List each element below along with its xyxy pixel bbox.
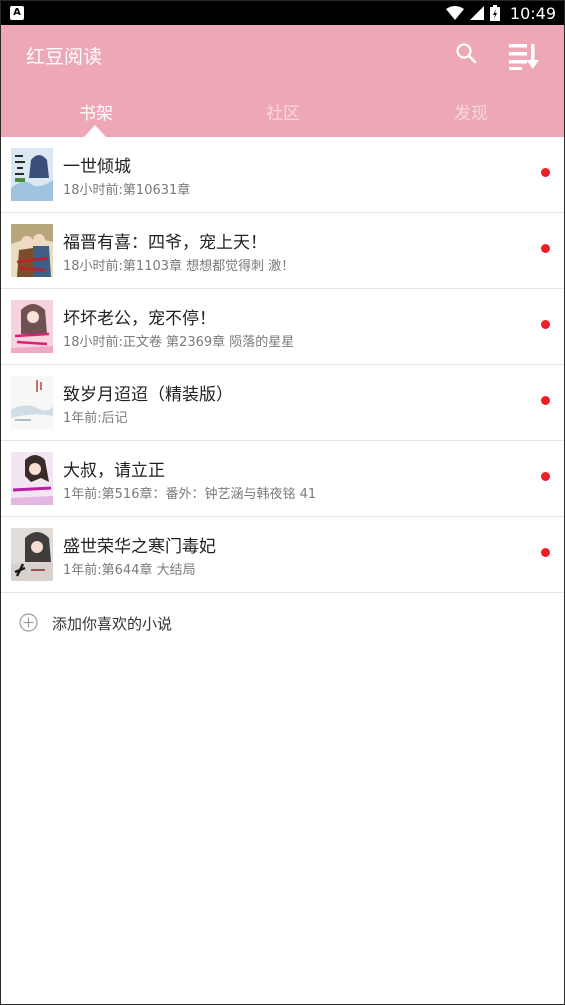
book-row[interactable]: 一世倾城 18小时前:第10631章 bbox=[1, 137, 564, 213]
unread-dot bbox=[541, 244, 550, 253]
wifi-icon bbox=[445, 6, 464, 20]
status-bar: A 10:49 bbox=[1, 1, 564, 25]
book-list: 一世倾城 18小时前:第10631章 福晋有喜：四爷，宠上天！ 18小时前:第1… bbox=[1, 137, 564, 593]
book-row[interactable]: 盛世荣华之寒门毒妃 1年前:第644章 大结局 bbox=[1, 517, 564, 593]
status-time: 10:49 bbox=[509, 3, 556, 23]
book-title: 盛世荣华之寒门毒妃 bbox=[63, 537, 216, 557]
book-update: 18小时前:第10631章 bbox=[63, 183, 191, 198]
add-book-label: 添加你喜欢的小说 bbox=[52, 615, 173, 633]
tab-discover[interactable]: 发现 bbox=[411, 99, 531, 124]
book-update: 1年前:第516章：番外：钟艺涵与韩夜铭 41 bbox=[63, 487, 317, 502]
book-cover bbox=[11, 528, 53, 581]
tab-community[interactable]: 社区 bbox=[223, 99, 343, 124]
book-row[interactable]: 致岁月迢迢（精装版） 1年前:后记 bbox=[1, 365, 564, 441]
unread-dot bbox=[541, 472, 550, 481]
book-title: 福晋有喜：四爷，宠上天！ bbox=[63, 233, 267, 253]
book-title: 一世倾城 bbox=[63, 157, 131, 177]
book-update: 18小时前:正文卷 第2369章 陨落的星星 bbox=[63, 335, 295, 350]
unread-dot bbox=[541, 396, 550, 405]
book-row[interactable]: 福晋有喜：四爷，宠上天！ 18小时前:第1103章 想想都觉得刺 激！ bbox=[1, 213, 564, 289]
book-cover bbox=[11, 376, 53, 429]
book-title: 坏坏老公，宠不停！ bbox=[63, 309, 216, 329]
add-book-button[interactable]: 添加你喜欢的小说 bbox=[1, 594, 564, 652]
active-tab-indicator bbox=[84, 125, 106, 137]
unread-dot bbox=[541, 168, 550, 177]
book-row[interactable]: 坏坏老公，宠不停！ 18小时前:正文卷 第2369章 陨落的星星 bbox=[1, 289, 564, 365]
book-update: 18小时前:第1103章 想想都觉得刺 激！ bbox=[63, 259, 295, 274]
tab-bookshelf[interactable]: 书架 bbox=[36, 99, 156, 124]
unread-dot bbox=[541, 320, 550, 329]
book-title: 大叔，请立正 bbox=[63, 461, 165, 481]
book-update: 1年前:第644章 大结局 bbox=[63, 563, 196, 578]
search-icon[interactable] bbox=[454, 41, 480, 67]
status-right: 10:49 bbox=[445, 1, 556, 25]
book-cover bbox=[11, 452, 53, 505]
signal-icon bbox=[469, 6, 484, 20]
sort-icon[interactable] bbox=[507, 41, 541, 71]
screen: { "status_bar": { "notification_badge": … bbox=[0, 0, 565, 1005]
book-cover bbox=[11, 148, 53, 201]
book-cover bbox=[11, 300, 53, 353]
app-header: 红豆阅读 书架 社区 发现 bbox=[1, 25, 564, 137]
unread-dot bbox=[541, 548, 550, 557]
book-row[interactable]: 大叔，请立正 1年前:第516章：番外：钟艺涵与韩夜铭 41 bbox=[1, 441, 564, 517]
book-update: 1年前:后记 bbox=[63, 411, 128, 426]
book-title: 致岁月迢迢（精装版） bbox=[63, 385, 233, 405]
notification-icon: A bbox=[10, 6, 24, 20]
add-circle-icon bbox=[19, 613, 38, 632]
app-title: 红豆阅读 bbox=[26, 46, 103, 68]
book-cover bbox=[11, 224, 53, 277]
battery-icon bbox=[489, 5, 500, 21]
